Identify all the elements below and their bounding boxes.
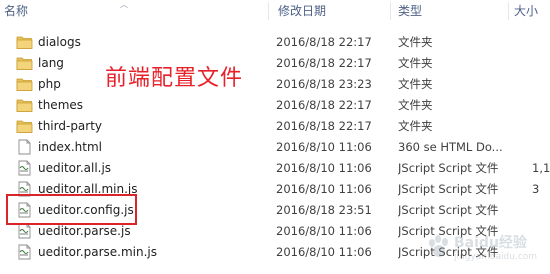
folder-icon [16, 97, 33, 113]
file-modified-date: 2016/8/10 11:06 [276, 182, 372, 196]
file-row[interactable]: lang 2016/8/18 22:17 文件夹 [0, 53, 550, 74]
file-modified-date: 2016/8/18 22:17 [276, 35, 372, 49]
sort-ascending-icon: ︿ [120, 0, 128, 9]
file-size [532, 74, 550, 95]
file-type: JScript Script 文件 [398, 161, 499, 175]
baidu-paw-icon [429, 235, 448, 257]
file-size: 3 [532, 182, 540, 196]
file-modified-date: 2016/8/18 22:17 [276, 119, 372, 133]
script-file-icon [16, 160, 33, 176]
file-type: 文件夹 [398, 98, 433, 112]
file-size [532, 137, 550, 158]
file-modified-date: 2016/8/18 23:51 [276, 203, 372, 217]
folder-icon [16, 76, 33, 92]
column-divider[interactable] [508, 2, 509, 20]
highlight-box [6, 194, 137, 225]
file-name: ueditor.parse.min.js [38, 245, 158, 259]
column-header-date[interactable]: 修改日期 [278, 0, 378, 22]
column-header-type[interactable]: 类型 [398, 0, 498, 22]
file-name: third-party [38, 119, 103, 133]
annotation-label: 前端配置文件 [105, 66, 244, 91]
column-divider[interactable] [390, 2, 391, 20]
folder-icon [16, 55, 33, 71]
file-type: 文件夹 [398, 119, 433, 133]
file-row[interactable]: ueditor.all.js 2016/8/10 11:06 JScript Scr… [0, 158, 550, 179]
file-modified-date: 2016/8/10 11:06 [276, 245, 372, 259]
column-divider[interactable] [268, 2, 269, 20]
file-modified-date: 2016/8/10 11:06 [276, 161, 372, 175]
watermark: Baidu经验 jingyan.baidu.com [424, 226, 546, 270]
file-type: 360 se HTML Do... [398, 140, 503, 154]
file-name: ueditor.all.js [38, 161, 112, 175]
file-size [532, 95, 550, 116]
file-modified-date: 2016/8/18 22:17 [276, 98, 372, 112]
file-modified-date: 2016/8/10 11:06 [276, 140, 372, 154]
file-name: dialogs [38, 35, 81, 49]
file-name: index.html [38, 140, 102, 154]
file-name: themes [38, 98, 84, 112]
file-row[interactable]: dialogs 2016/8/18 22:17 文件夹 [0, 32, 550, 53]
file-type: JScript Script 文件 [398, 203, 499, 217]
file-size: 1,1 [532, 161, 550, 175]
file-type: 文件夹 [398, 56, 433, 70]
file-row[interactable]: index.html 2016/8/10 11:06 360 se HTML Do.… [0, 137, 550, 158]
file-size [532, 116, 550, 137]
file-size [532, 53, 550, 74]
script-file-icon [16, 244, 33, 260]
file-row[interactable]: themes 2016/8/18 22:17 文件夹 [0, 95, 550, 116]
column-header-name[interactable]: 名称 [4, 0, 114, 22]
file-row[interactable]: php 2016/8/18 23:23 文件夹 [0, 74, 550, 95]
file-type: JScript Script 文件 [398, 182, 499, 196]
file-size [532, 200, 550, 221]
file-modified-date: 2016/8/18 23:23 [276, 77, 372, 91]
html-file-icon [16, 139, 33, 155]
file-type: 文件夹 [398, 35, 433, 49]
file-size [532, 32, 550, 53]
column-header-size[interactable]: 大小 [514, 0, 550, 22]
folder-icon [16, 118, 33, 134]
folder-icon [16, 34, 33, 50]
column-header-bar: 名称 ︿ 修改日期 类型 大小 [0, 0, 550, 22]
file-type: 文件夹 [398, 77, 433, 91]
script-file-icon [16, 223, 33, 239]
file-modified-date: 2016/8/10 11:06 [276, 224, 372, 238]
watermark-text: Baidu经验 [454, 235, 527, 251]
watermark-url: jingyan.baidu.com [454, 252, 538, 262]
file-row[interactable]: third-party 2016/8/18 22:17 文件夹 [0, 116, 550, 137]
file-modified-date: 2016/8/18 22:17 [276, 56, 372, 70]
